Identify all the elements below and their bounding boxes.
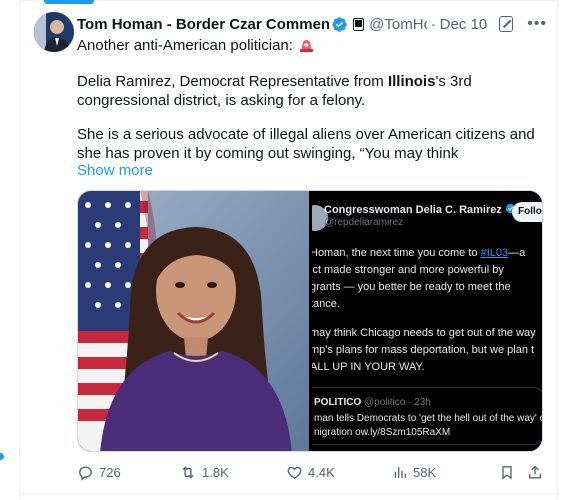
embedded-quote-source: POLITICO @politico · 23h — [314, 397, 431, 408]
embedded-author-name: Congresswoman Delia C. Ramirez — [324, 203, 516, 216]
like-icon — [287, 466, 302, 480]
indicator-bar — [44, 0, 94, 4]
tweet-media[interactable]: Congresswoman Delia C. Ramirez @repdelia… — [77, 190, 543, 452]
divider-top — [19, 0, 559, 1]
embedded-hashtag: #IL03 — [480, 247, 509, 259]
like-count: 4.4K — [308, 465, 335, 480]
tweet-text-2-bold: Illinois — [387, 73, 436, 90]
embedded-quote-line-1: man tells Democrats to 'get the hell out… — [314, 413, 542, 424]
embedded-post-screenshot[interactable]: Congresswoman Delia C. Ramirez @repdelia… — [312, 191, 542, 451]
tweet-date[interactable]: Dec 10 — [440, 16, 488, 33]
grok-icon[interactable] — [499, 16, 514, 32]
divider-right — [557, 0, 558, 500]
embedded-text-line-6: mp's plans for mass deportation, but we … — [312, 344, 535, 356]
embedded-text-line-1a: Homan, the next time you come to — [312, 247, 481, 259]
embedded-text-line-5: may think Chicago needs to get out of th… — [312, 327, 536, 339]
tweet-text-2a: Delia Ramirez, Democrat Representative f… — [77, 73, 388, 90]
org-affiliate-icon — [352, 17, 365, 31]
author-avatar[interactable] — [34, 12, 74, 52]
like-button[interactable]: 4.4K — [286, 464, 335, 481]
verified-badge-icon — [331, 16, 348, 33]
repost-button[interactable]: 1.8K — [179, 464, 229, 481]
author-name[interactable]: Tom Homan - Border Czar Commentary a — [77, 16, 329, 33]
embedded-quote-handle: @politico · 23h — [364, 397, 431, 408]
repost-icon — [182, 466, 194, 479]
repost-count: 1.8K — [202, 465, 229, 480]
edge-dot — [0, 453, 4, 460]
embedded-text-line-4: tance. — [312, 298, 340, 310]
embedded-quote-line-2: nigration ow.ly/8Szm105RaXM — [314, 427, 451, 438]
embedded-text-line-1b: —a — [508, 247, 526, 259]
bookmark-icon — [502, 466, 512, 480]
header-separator: · — [430, 15, 436, 33]
portrait-photo[interactable] — [78, 191, 309, 451]
divider-bottom — [19, 493, 559, 494]
show-more-link[interactable]: Show more — [77, 162, 153, 179]
views-icon — [394, 467, 406, 478]
embedded-text-line-2: ict made stronger and more powerful by — [312, 264, 504, 276]
reply-count: 726 — [99, 465, 121, 480]
divider-left — [19, 0, 20, 500]
reply-icon — [79, 466, 92, 481]
share-icon — [529, 465, 541, 479]
embedded-author-name-text: Congresswoman Delia C. Ramirez — [324, 204, 502, 216]
share-button[interactable] — [527, 464, 543, 481]
embedded-text-line-1: Homan, the next time you come to #IL03—a — [312, 247, 525, 259]
tweet-paragraph-2: Delia Ramirez, Democrat Representative f… — [77, 72, 537, 110]
author-handle[interactable]: @TomHoı — [369, 16, 426, 33]
more-icon[interactable]: ••• — [527, 16, 547, 32]
embedded-follow-button: Follo — [512, 202, 542, 222]
emergency-light-icon — [299, 38, 314, 52]
embedded-author-handle: @repdeliaramirez — [324, 217, 404, 228]
action-bar: 726 1.8K 4.4K 58K — [77, 464, 547, 482]
reply-button[interactable]: 726 — [77, 464, 121, 481]
views-count: 58K — [413, 465, 437, 480]
embedded-text-line-3: grants — you better be ready to meet the — [312, 281, 511, 293]
tweet-header: Tom Homan - Border Czar Commentary a @To… — [77, 14, 547, 34]
tweet-paragraph-3: She is a serious advocate of illegal ali… — [77, 126, 535, 162]
embedded-quote-source-name: POLITICO — [314, 397, 362, 408]
tweet-paragraph-1: Another anti-American politician: — [77, 36, 537, 55]
embedded-text-line-7: ALL UP IN YOUR WAY. — [312, 361, 425, 373]
bookmark-button[interactable] — [499, 464, 515, 481]
tweet-text-1: Another anti-American politician: — [77, 37, 293, 54]
views-button[interactable]: 58K — [392, 464, 436, 481]
